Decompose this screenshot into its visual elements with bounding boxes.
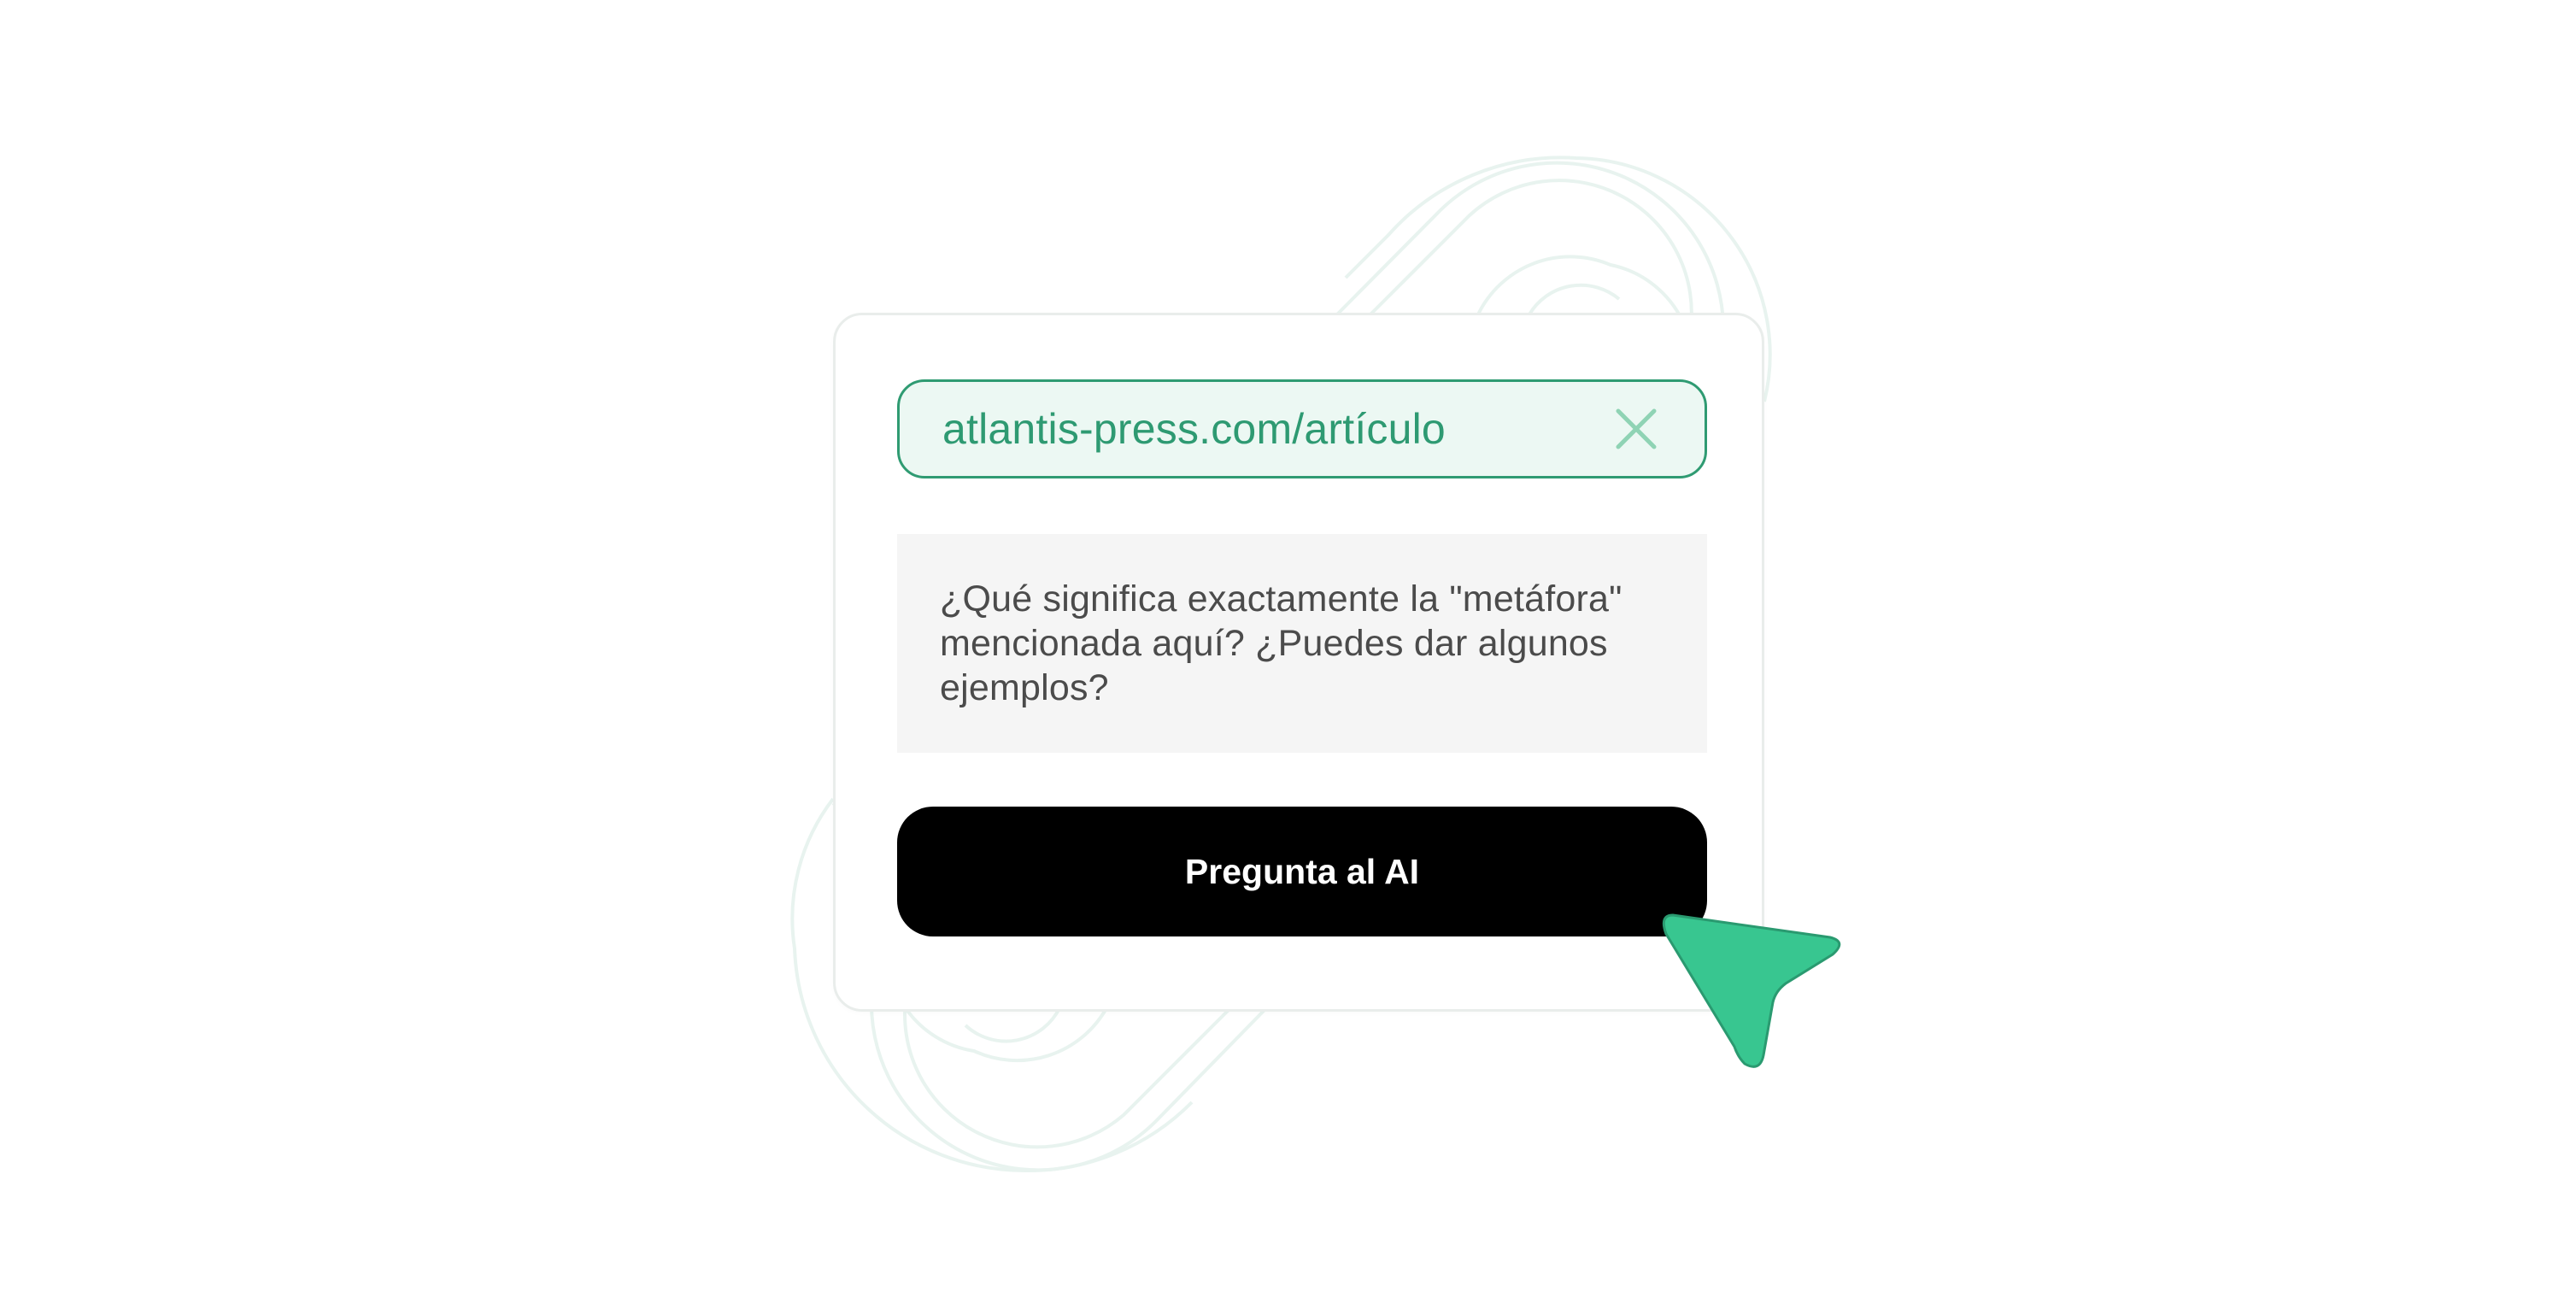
url-field[interactable]: atlantis-press.com/artículo <box>897 379 1707 478</box>
url-field-value[interactable]: atlantis-press.com/artículo <box>942 404 1612 454</box>
cursor-arrow-icon <box>1662 913 1841 1068</box>
ask-ai-button[interactable]: Pregunta al AI <box>897 807 1707 936</box>
ask-ai-card: atlantis-press.com/artículo ¿Qué signifi… <box>833 313 1764 1012</box>
close-icon-glyph <box>1616 408 1657 449</box>
question-textarea[interactable]: ¿Qué significa exactamente la "metáfora"… <box>897 534 1707 753</box>
question-text[interactable]: ¿Qué significa exactamente la "metáfora"… <box>940 577 1664 710</box>
close-icon[interactable] <box>1612 405 1660 453</box>
stage: atlantis-press.com/artículo ¿Qué signifi… <box>0 0 2576 1315</box>
